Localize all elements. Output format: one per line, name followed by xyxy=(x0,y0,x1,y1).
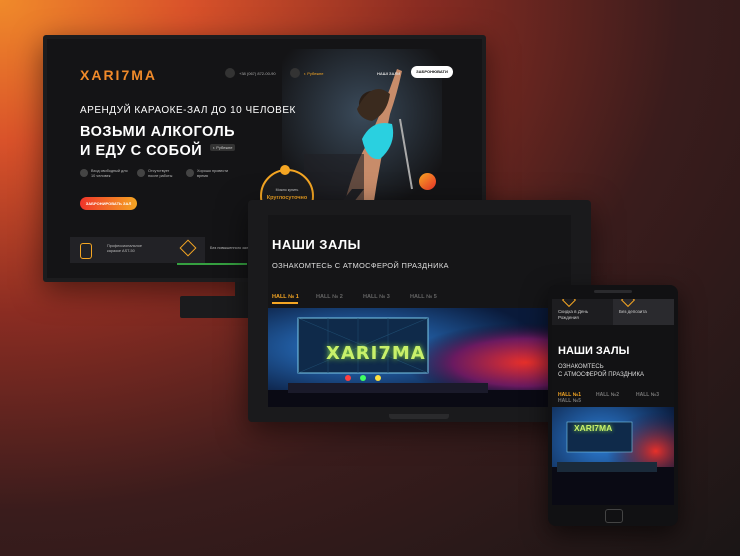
brand-logo[interactable]: XARI7MA xyxy=(80,67,157,83)
microphone-icon xyxy=(80,243,92,259)
promo-text-1: Скидка в День Рождения xyxy=(558,309,589,320)
tab-hall-5[interactable]: HALL № 5 xyxy=(410,294,437,300)
phone-tab-hall-5[interactable]: HALL №5 xyxy=(558,398,581,404)
phone-halls-subtitle: ОЗНАКОМТЕСЬ С АТМОСФЕРОЙ ПРАЗДНИКА xyxy=(558,363,644,379)
book-hall-button[interactable]: ЗАБРОНИРОВАТЬ ЗАЛ xyxy=(80,197,137,210)
nav-halls-link[interactable]: НАШІ ЗАЛИ xyxy=(377,71,400,76)
home-button[interactable] xyxy=(605,509,623,523)
hero-heading: ВОЗЬМИ АЛКОГОЛЬ И ЕДУ С СОБОЙ xyxy=(80,123,235,161)
coin-icon xyxy=(620,299,636,308)
halls-title: НАШИ ЗАЛЫ xyxy=(272,237,361,252)
feature-text-1: Вход свободный для 10 человек xyxy=(91,169,128,178)
location-pin-icon xyxy=(290,68,300,78)
phone-tab-hall-3[interactable]: HALL №3 xyxy=(636,392,659,398)
phone-number[interactable]: +38 (067) 872-00-90 xyxy=(239,71,276,76)
bottom-feature-1: Профессиональное караоке AST-50 xyxy=(107,244,142,253)
promo-box-1: Скидка в День Рождения xyxy=(552,299,613,325)
laptop-notch xyxy=(389,414,449,419)
laptop-screen: НАШИ ЗАЛЫ ОЗНАКОМТЕСЬ С АТМОСФЕРОЙ ПРАЗД… xyxy=(268,215,571,407)
hero-location-tag: г. Рубежне xyxy=(210,144,236,151)
neon-sign: XARI7MA xyxy=(326,343,426,364)
feature-text-2: Отсутствует после работы xyxy=(148,169,173,178)
phone-subtitle-line2: С АТМОСФЕРОЙ ПРАЗДНИКА xyxy=(558,372,644,378)
phone-subtitle-line1: ОЗНАКОМТЕСЬ xyxy=(558,364,604,370)
check-icon xyxy=(186,169,194,177)
tab-hall-2[interactable]: HALL № 2 xyxy=(316,294,343,300)
gift-icon xyxy=(561,299,577,308)
halls-subtitle: ОЗНАКОМТЕСЬ С АТМОСФЕРОЙ ПРАЗДНИКА xyxy=(272,261,449,270)
feature-text-3: Хорошо провести время xyxy=(197,169,229,178)
phone-hall-photo xyxy=(552,407,674,505)
hero-heading-line1: ВОЗЬМИ АЛКОГОЛЬ xyxy=(80,124,236,140)
phone-speaker xyxy=(594,290,632,293)
phone-neon-sign: XARI7MA xyxy=(574,423,613,433)
tab-hall-3[interactable]: HALL № 3 xyxy=(363,294,390,300)
location-text: г. Рубежне xyxy=(304,71,324,76)
phone-tab-hall-2[interactable]: HALL №2 xyxy=(596,392,619,398)
phone-screen: Скидка в День Рождения Без депозита НАШИ… xyxy=(552,299,674,505)
check-icon xyxy=(80,169,88,177)
hero-subheading: АРЕНДУЙ КАРАОКЕ-ЗАЛ ДО 10 ЧЕЛОВЕК xyxy=(80,105,296,116)
laptop: НАШИ ЗАЛЫ ОЗНАКОМТЕСЬ С АТМОСФЕРОЙ ПРАЗД… xyxy=(248,200,591,422)
phone-halls-title: НАШИ ЗАЛЫ xyxy=(558,345,630,357)
tab-hall-1[interactable]: HALL № 1 xyxy=(272,294,299,300)
phone: Скидка в День Рождения Без депозита НАШИ… xyxy=(548,285,678,526)
book-button-header[interactable]: ЗАБРОНЮВАТИ xyxy=(411,66,453,78)
promo-box-2: Без депозита xyxy=(613,299,674,325)
green-accent-line xyxy=(177,263,247,265)
promo-text-2: Без депозита xyxy=(619,309,647,314)
phone-icon xyxy=(225,68,235,78)
check-icon xyxy=(137,169,145,177)
music-icon[interactable] xyxy=(419,173,436,190)
clock-icon xyxy=(280,165,290,175)
active-tab-underline xyxy=(272,302,298,304)
badge-small-text: Можно купить xyxy=(275,188,299,192)
